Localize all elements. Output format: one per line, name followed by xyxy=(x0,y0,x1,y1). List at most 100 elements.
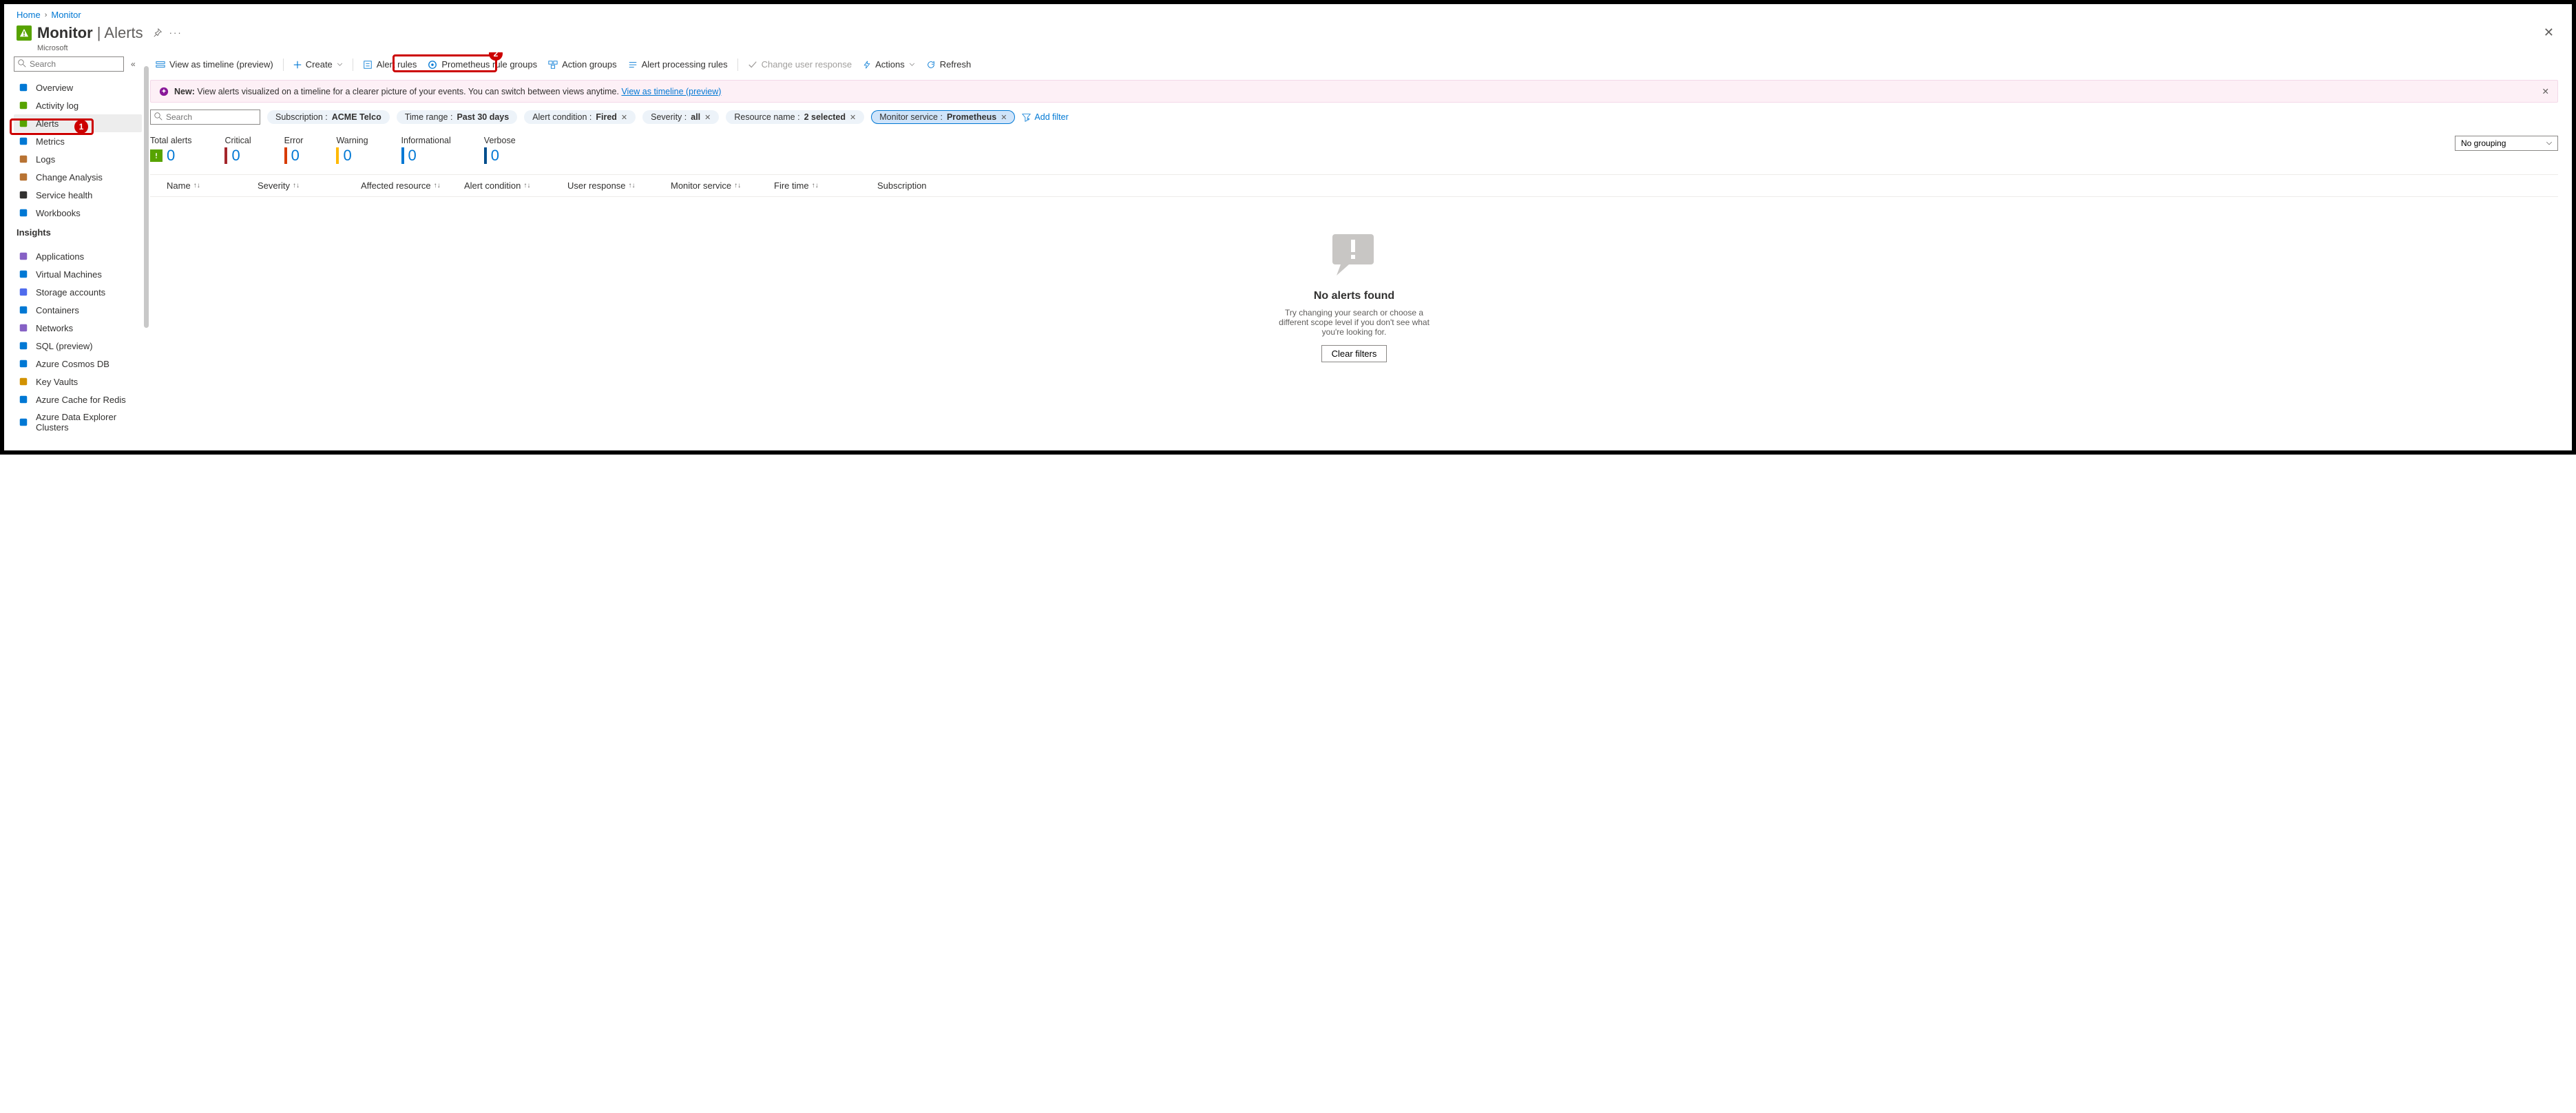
table-header: Name↑↓ Severity↑↓ Affected resource↑↓ Al… xyxy=(150,174,2558,197)
workbook-icon xyxy=(18,207,29,218)
view-timeline-button[interactable]: View as timeline (preview) xyxy=(150,56,279,72)
create-button[interactable]: Create xyxy=(288,56,348,72)
processing-icon xyxy=(628,60,638,70)
grouping-select[interactable]: No grouping xyxy=(2455,136,2558,151)
change-icon xyxy=(18,171,29,183)
stat-critical[interactable]: Critical 0 xyxy=(224,136,251,165)
sidebar-item-label: Workbooks xyxy=(36,208,81,218)
sidebar-search-input[interactable] xyxy=(14,56,124,72)
sidebar-item-label: Alerts xyxy=(36,118,59,129)
sidebar: « Overview Activity log Alerts Metrics Logs C… xyxy=(4,52,146,440)
sidebar-item-metrics[interactable]: Metrics xyxy=(14,132,142,150)
lightning-icon xyxy=(863,60,871,70)
stat-warning[interactable]: Warning 0 xyxy=(336,136,368,165)
col-fire[interactable]: Fire time↑↓ xyxy=(774,180,877,191)
sidebar-item-activity-log[interactable]: Activity log xyxy=(14,96,142,114)
filter-plus-icon xyxy=(1022,113,1031,122)
sidebar-item-label: Applications xyxy=(36,251,84,262)
sidebar-item-label: SQL (preview) xyxy=(36,341,93,351)
service-icon xyxy=(18,394,29,405)
refresh-icon xyxy=(926,60,936,70)
sidebar-item-workbooks[interactable]: Workbooks xyxy=(14,204,142,222)
service-icon xyxy=(18,322,29,333)
sidebar-item-service-health[interactable]: Service health xyxy=(14,186,142,204)
col-response[interactable]: User response↑↓ xyxy=(567,180,671,191)
filter-time-range[interactable]: Time range : Past 30 days xyxy=(397,110,517,124)
sidebar-item-label: Logs xyxy=(36,154,55,165)
sidebar-item-networks[interactable]: Networks xyxy=(14,319,142,337)
logs-icon xyxy=(18,154,29,165)
remove-filter-icon[interactable]: ✕ xyxy=(1001,113,1007,122)
sidebar-item-applications[interactable]: Applications xyxy=(14,247,142,265)
clear-filters-button[interactable]: Clear filters xyxy=(1321,345,1388,362)
sidebar-item-virtual-machines[interactable]: Virtual Machines xyxy=(14,265,142,283)
actions-button[interactable]: Actions xyxy=(857,56,921,72)
prometheus-icon xyxy=(428,60,437,70)
stat-error[interactable]: Error 0 xyxy=(284,136,304,165)
col-affected[interactable]: Affected resource↑↓ xyxy=(361,180,464,191)
rules-icon xyxy=(363,60,373,70)
sidebar-item-azure-cosmos-db[interactable]: Azure Cosmos DB xyxy=(14,355,142,373)
breadcrumb-monitor[interactable]: Monitor xyxy=(51,10,81,20)
service-icon xyxy=(18,376,29,387)
collapse-sidebar-icon[interactable]: « xyxy=(131,59,136,69)
service-icon xyxy=(18,251,29,262)
sidebar-item-azure-data-explorer-clusters[interactable]: Azure Data Explorer Clusters xyxy=(14,408,142,436)
close-icon[interactable]: ✕ xyxy=(2538,23,2559,43)
search-icon xyxy=(18,59,26,67)
sidebar-item-label: Virtual Machines xyxy=(36,269,102,280)
sidebar-item-logs[interactable]: Logs xyxy=(14,150,142,168)
col-monitor[interactable]: Monitor service↑↓ xyxy=(671,180,774,191)
sidebar-item-label: Storage accounts xyxy=(36,287,105,298)
filter-search-input[interactable] xyxy=(150,110,260,125)
empty-title: No alerts found xyxy=(146,290,2562,302)
remove-filter-icon[interactable]: ✕ xyxy=(850,113,856,122)
stat-info[interactable]: Informational 0 xyxy=(401,136,451,165)
sidebar-item-label: Overview xyxy=(36,83,73,93)
check-icon xyxy=(748,60,757,70)
breadcrumb: Home › Monitor xyxy=(4,4,2572,21)
banner-link[interactable]: View as timeline (preview) xyxy=(621,87,721,96)
remove-filter-icon[interactable]: ✕ xyxy=(621,113,627,122)
sidebar-item-storage-accounts[interactable]: Storage accounts xyxy=(14,283,142,301)
log-icon xyxy=(18,100,29,111)
sidebar-item-label: Networks xyxy=(36,323,73,333)
sidebar-item-label: Activity log xyxy=(36,101,78,111)
pin-icon[interactable] xyxy=(153,28,163,38)
banner-close-icon[interactable]: ✕ xyxy=(2542,86,2549,96)
sidebar-item-label: Azure Data Explorer Clusters xyxy=(36,412,138,433)
filter-resource-name[interactable]: Resource name : 2 selected✕ xyxy=(726,110,864,124)
prometheus-rule-groups-button[interactable]: Prometheus rule groups xyxy=(422,56,543,72)
col-name[interactable]: Name↑↓ xyxy=(154,180,258,191)
empty-state: No alerts found Try changing your search… xyxy=(146,197,2562,376)
filter-alert-condition[interactable]: Alert condition : Fired✕ xyxy=(524,110,636,124)
breadcrumb-home[interactable]: Home xyxy=(17,10,41,20)
filter-subscription[interactable]: Subscription : ACME Telco xyxy=(267,110,390,124)
sidebar-item-label: Metrics xyxy=(36,136,65,147)
sidebar-item-azure-cache-for-redis[interactable]: Azure Cache for Redis xyxy=(14,391,142,408)
col-condition[interactable]: Alert condition↑↓ xyxy=(464,180,567,191)
col-severity[interactable]: Severity↑↓ xyxy=(258,180,361,191)
refresh-button[interactable]: Refresh xyxy=(921,56,977,72)
sidebar-item-change-analysis[interactable]: Change Analysis xyxy=(14,168,142,186)
more-icon[interactable]: ··· xyxy=(169,28,182,38)
sidebar-item-key-vaults[interactable]: Key Vaults xyxy=(14,373,142,391)
provider-label: Microsoft xyxy=(4,44,2572,52)
alert-processing-rules-button[interactable]: Alert processing rules xyxy=(622,56,733,72)
sidebar-item-alerts[interactable]: Alerts xyxy=(14,114,142,132)
sidebar-item-sql-preview-[interactable]: SQL (preview) xyxy=(14,337,142,355)
add-filter-button[interactable]: Add filter xyxy=(1022,112,1068,122)
sidebar-item-overview[interactable]: Overview xyxy=(14,79,142,96)
sidebar-item-containers[interactable]: Containers xyxy=(14,301,142,319)
chevron-down-icon xyxy=(337,61,343,67)
sidebar-item-label: Change Analysis xyxy=(36,172,103,183)
stat-total[interactable]: Total alerts 0 xyxy=(150,136,191,165)
alert-rules-button[interactable]: Alert rules xyxy=(357,56,423,72)
filter-monitor-service[interactable]: Monitor service : Prometheus✕ xyxy=(871,110,1015,124)
filter-severity[interactable]: Severity : all✕ xyxy=(642,110,719,124)
col-subscription[interactable]: Subscription xyxy=(877,180,2554,191)
action-groups-button[interactable]: Action groups xyxy=(543,56,622,72)
service-icon xyxy=(18,304,29,315)
remove-filter-icon[interactable]: ✕ xyxy=(704,113,711,122)
stat-verbose[interactable]: Verbose 0 xyxy=(484,136,516,165)
